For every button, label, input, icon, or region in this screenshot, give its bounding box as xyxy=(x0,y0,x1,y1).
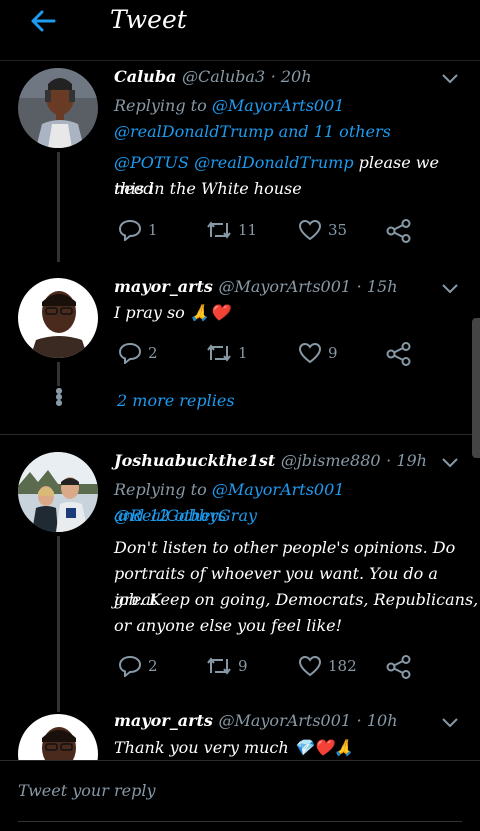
timestamp: · 20h xyxy=(270,67,312,86)
share-button[interactable] xyxy=(386,342,412,366)
chevron-down-icon[interactable] xyxy=(442,74,458,84)
author-handle[interactable]: @MayorArts001 xyxy=(218,711,351,730)
mention-link[interactable]: @realDonaldTrump and 11 others xyxy=(114,119,391,145)
avatar[interactable] xyxy=(18,68,98,148)
replying-to: Replying to @MayorArts001 xyxy=(114,96,345,115)
reply-button[interactable]: 2 xyxy=(118,655,158,677)
share-icon xyxy=(386,655,411,679)
author-name[interactable]: mayor_arts @MayorArts001 · 15h xyxy=(114,277,398,296)
retweet-button[interactable]: 1 xyxy=(206,342,248,364)
reply-input[interactable]: Tweet your reply xyxy=(18,781,462,822)
thread-line xyxy=(57,152,60,262)
share-button[interactable] xyxy=(386,219,412,243)
author-handle[interactable]: @MayorArts001 xyxy=(218,277,351,296)
reply-icon xyxy=(118,219,142,241)
page-title: Tweet xyxy=(110,5,187,34)
reply-bar: Tweet your reply xyxy=(0,760,480,831)
like-button[interactable]: 182 xyxy=(298,655,357,677)
scrollbar[interactable] xyxy=(472,318,480,458)
emoji: 💎❤️🙏 xyxy=(293,738,354,757)
header: Tweet xyxy=(0,0,480,61)
timestamp: · 15h xyxy=(356,277,398,296)
author-name[interactable]: mayor_arts @MayorArts001 · 10h xyxy=(114,711,398,730)
share-button[interactable] xyxy=(386,655,412,679)
mention-link[interactable]: @POTUS @realDonaldTrump xyxy=(114,153,354,172)
thread-line xyxy=(57,536,60,712)
retweet-button[interactable]: 9 xyxy=(206,655,248,677)
chevron-down-icon[interactable] xyxy=(442,718,458,728)
like-icon xyxy=(298,219,322,241)
emoji: 🙏❤️ xyxy=(189,303,230,322)
back-arrow-icon[interactable] xyxy=(28,6,58,36)
author-handle[interactable]: @Caluba3 xyxy=(182,67,265,86)
mention-link[interactable]: and 12 others xyxy=(114,503,226,529)
share-icon xyxy=(386,219,411,243)
avatar[interactable] xyxy=(18,452,98,532)
share-icon xyxy=(386,342,411,366)
like-icon xyxy=(298,342,322,364)
thread-dots: ● ● ● xyxy=(55,386,63,407)
chevron-down-icon[interactable] xyxy=(442,284,458,294)
retweet-icon xyxy=(207,344,231,362)
thread-line xyxy=(57,362,60,386)
author-name[interactable]: Caluba @Caluba3 · 20h xyxy=(114,67,312,86)
mention-link[interactable]: @MayorArts001 xyxy=(212,96,345,115)
retweet-icon xyxy=(207,221,231,239)
retweet-button[interactable]: 11 xyxy=(206,219,257,241)
more-replies-link[interactable]: 2 more replies xyxy=(117,388,235,414)
author-name[interactable]: Joshuabuckthe1st @jbisme880 · 19h xyxy=(114,451,427,470)
author-handle[interactable]: @jbisme880 xyxy=(281,451,381,470)
reply-icon xyxy=(118,655,142,677)
timestamp: · 19h xyxy=(386,451,427,470)
tweet-text: Thank you very much 💎❤️🙏 xyxy=(114,738,354,757)
like-button[interactable]: 9 xyxy=(298,342,338,364)
timestamp: · 10h xyxy=(356,711,398,730)
tweet-text: this in the White house xyxy=(114,179,302,198)
avatar[interactable] xyxy=(18,278,98,358)
reply-button[interactable]: 1 xyxy=(118,219,158,241)
tweet-text: I pray so 🙏❤️ xyxy=(114,303,230,322)
like-icon xyxy=(298,655,322,677)
retweet-icon xyxy=(207,657,231,675)
chevron-down-icon[interactable] xyxy=(442,458,458,468)
tweet-text: job. Keep on going, Democrats, Republica… xyxy=(114,590,479,609)
reply-button[interactable]: 2 xyxy=(118,342,158,364)
reply-icon xyxy=(118,342,142,364)
divider xyxy=(0,434,480,435)
like-button[interactable]: 35 xyxy=(298,219,347,241)
tweet-text: Don't listen to other people's opinions.… xyxy=(114,538,456,557)
tweet-text: or anyone else you feel like! xyxy=(114,616,343,635)
